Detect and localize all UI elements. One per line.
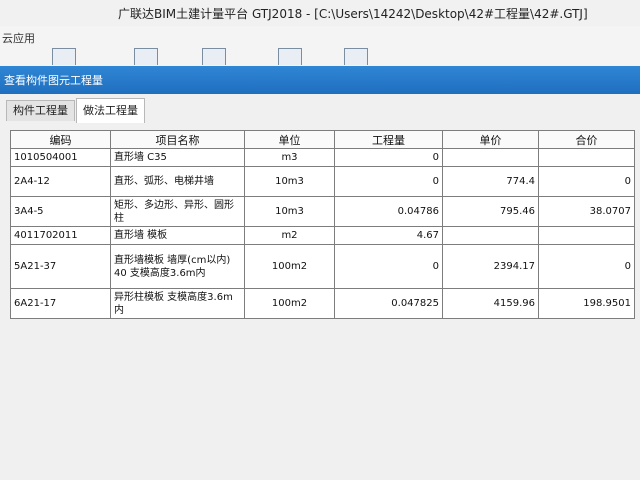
cell-quantity[interactable]: 0.047825 [334,288,443,319]
header-total[interactable]: 合价 [538,130,635,149]
panel-title: 查看构件图元工程量 [4,74,103,87]
header-unit[interactable]: 单位 [244,130,335,149]
cell-unit[interactable]: m2 [244,226,335,245]
cell-quantity[interactable]: 0 [334,166,443,197]
cell-total[interactable] [538,148,635,167]
panel-content: 构件工程量 做法工程量 编码 项目名称 单位 工程量 单价 合价 1010504… [0,94,640,480]
cell-unit[interactable]: m3 [244,148,335,167]
cell-code[interactable]: 1010504001 [10,148,111,167]
cell-name[interactable]: 直形墙 模板 [110,226,245,245]
cloud-app-menu[interactable]: 云应用 [2,30,35,46]
window-title: 广联达BIM土建计量平台 GTJ2018 - [C:\Users\14242\D… [118,7,588,21]
ruler-icon[interactable] [52,48,76,65]
cell-unit-price[interactable]: 795.46 [442,196,539,227]
header-name[interactable]: 项目名称 [110,130,245,149]
table-row[interactable]: 3A4-5 矩形、多边形、异形、圆形柱 10m3 0.04786 795.46 … [10,196,635,227]
table-row[interactable]: 1010504001 直形墙 C35 m3 0 [10,148,635,167]
cell-quantity[interactable]: 0 [334,244,443,289]
header-code[interactable]: 编码 [10,130,111,149]
cell-unit[interactable]: 100m2 [244,288,335,319]
header-unit-price[interactable]: 单价 [442,130,539,149]
header-quantity[interactable]: 工程量 [334,130,443,149]
item-code: A21-17 [20,298,57,309]
cell-total[interactable]: 0 [538,166,635,197]
panel-header: 查看构件图元工程量 [0,66,640,94]
cell-total[interactable]: 38.0707 [538,196,635,227]
cell-unit[interactable]: 10m3 [244,196,335,227]
cell-unit-price[interactable] [442,148,539,167]
cell-total[interactable]: 0 [538,244,635,289]
grid-icon[interactable] [202,48,226,65]
cell-unit[interactable]: 10m3 [244,166,335,197]
item-code: 011702011 [20,230,78,241]
cell-code[interactable]: 4011702011 [10,226,111,245]
table-header-row: 编码 项目名称 单位 工程量 单价 合价 [10,130,635,149]
cloud-icon[interactable] [344,48,368,65]
cell-unit-price[interactable]: 4159.96 [442,288,539,319]
tab-method-quantity[interactable]: 做法工程量 [76,98,145,123]
cell-quantity[interactable]: 0.04786 [334,196,443,227]
table-row[interactable]: 4011702011 直形墙 模板 m2 4.67 [10,226,635,245]
cell-code[interactable]: 2A4-12 [10,166,111,197]
cell-code[interactable]: 3A4-5 [10,196,111,227]
cell-name[interactable]: 直形墙模板 墙厚(cm以内) 40 支模高度3.6m内 [110,244,245,289]
cell-code[interactable]: 5A21-37 [10,244,111,289]
item-code: A4-12 [20,176,50,187]
table-row[interactable]: 2A4-12 直形、弧形、电梯井墙 10m3 0 774.4 0 [10,166,635,197]
item-code: A4-5 [20,206,44,217]
cell-unit-price[interactable]: 2394.17 [442,244,539,289]
cell-unit[interactable]: 100m2 [244,244,335,289]
document-icon[interactable] [278,48,302,65]
table-icon[interactable] [134,48,158,65]
cell-unit-price[interactable] [442,226,539,245]
cell-unit-price[interactable]: 774.4 [442,166,539,197]
cell-name[interactable]: 直形墙 C35 [110,148,245,167]
quantity-table: 编码 项目名称 单位 工程量 单价 合价 1010504001 直形墙 C35 … [10,130,635,319]
item-code: 010504001 [20,152,78,163]
cell-quantity[interactable]: 0 [334,148,443,167]
cell-total[interactable]: 198.9501 [538,288,635,319]
title-bar: 广联达BIM土建计量平台 GTJ2018 - [C:\Users\14242\D… [0,0,640,26]
table-row[interactable]: 5A21-37 直形墙模板 墙厚(cm以内) 40 支模高度3.6m内 100m… [10,244,635,289]
cell-name[interactable]: 矩形、多边形、异形、圆形柱 [110,196,245,227]
ribbon: 云应用 [0,26,640,66]
cell-name[interactable]: 异形柱模板 支模高度3.6m内 [110,288,245,319]
cell-total[interactable] [538,226,635,245]
table-row[interactable]: 6A21-17 异形柱模板 支模高度3.6m内 100m2 0.047825 4… [10,288,635,319]
cell-quantity[interactable]: 4.67 [334,226,443,245]
cell-code[interactable]: 6A21-17 [10,288,111,319]
cell-name[interactable]: 直形、弧形、电梯井墙 [110,166,245,197]
item-code: A21-37 [20,261,57,272]
tab-component-quantity[interactable]: 构件工程量 [6,100,75,121]
